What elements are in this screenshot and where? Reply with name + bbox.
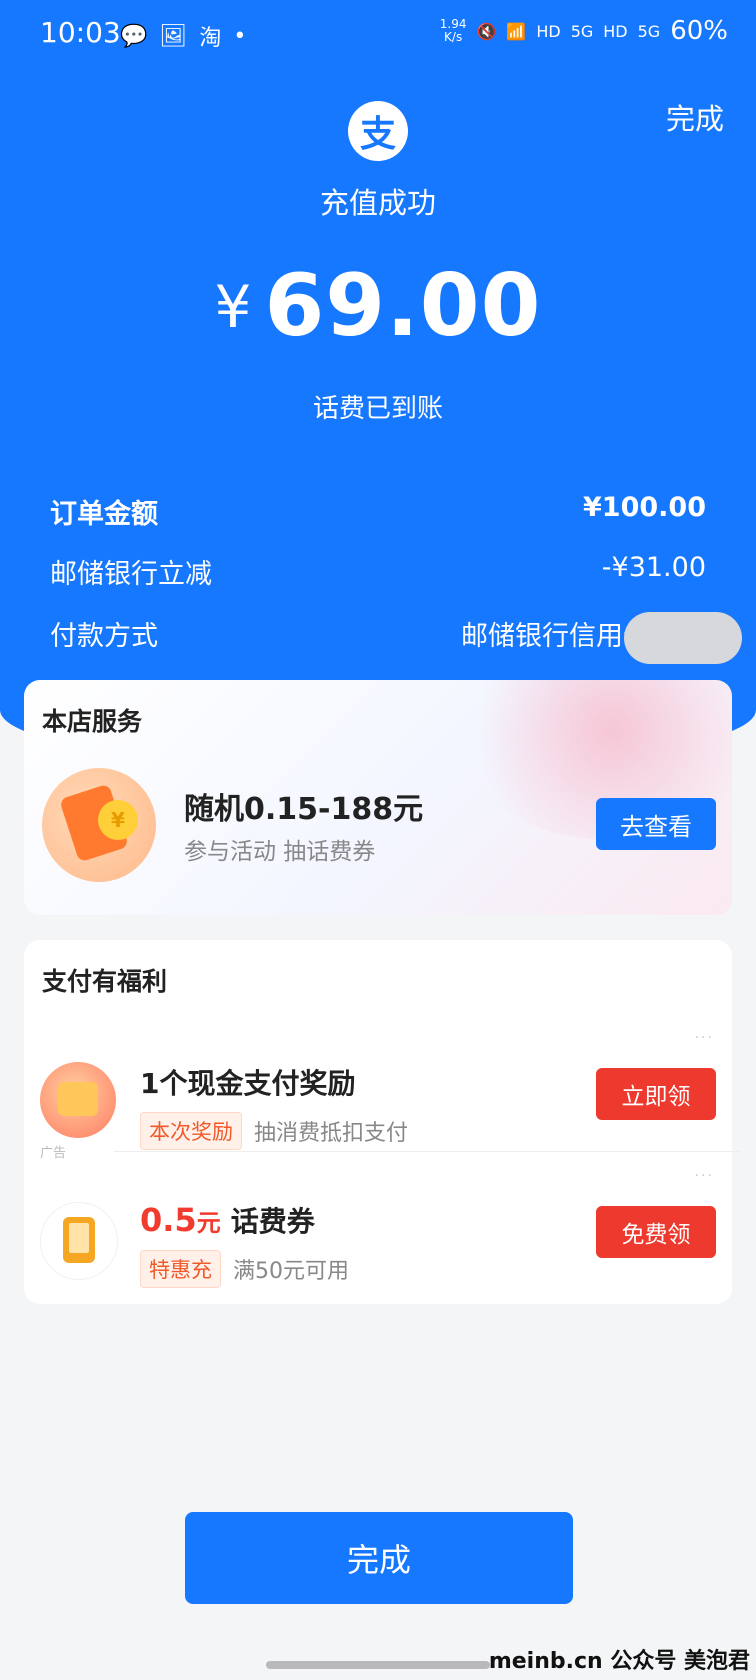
- promo-subtitle: 参与活动 抽话费券: [184, 839, 376, 865]
- detail-value: ¥100.00: [583, 492, 706, 523]
- done-button[interactable]: 完成: [185, 1512, 573, 1604]
- benefit-subtitle: 本次奖励 抽消费抵扣支付: [140, 1112, 408, 1150]
- alipay-logo-icon: 支: [348, 101, 408, 161]
- detail-value: -¥31.00: [601, 552, 706, 583]
- claim-now-button[interactable]: 立即领: [596, 1068, 716, 1120]
- lottery-coupon-icon: ¥: [42, 768, 156, 882]
- cash-reward-icon: [40, 1062, 116, 1138]
- system-icons: 1.94 K/s 🔇 📶 HD 5G HD 5G 60%: [440, 16, 728, 46]
- payment-benefits-card: 支付有福利 ··· 广告 1个现金支付奖励 本次奖励 抽消费抵扣支付 立即领 ·…: [24, 940, 732, 1304]
- benefit-tag: 特惠充: [140, 1250, 221, 1288]
- wechat-icon: 💬: [120, 23, 148, 49]
- home-indicator[interactable]: [266, 1661, 490, 1669]
- benefit-item-cash-reward[interactable]: ··· 广告 1个现金支付奖励 本次奖励 抽消费抵扣支付 立即领: [24, 1030, 732, 1161]
- detail-row-discount: 邮储银行立减 -¥31.00: [50, 552, 706, 591]
- signal-icon: 5G: [637, 21, 661, 41]
- coupon-unit: 元: [196, 1209, 221, 1237]
- signal-icon: 5G: [570, 21, 594, 41]
- benefit-desc: 满50元可用: [233, 1259, 349, 1284]
- detail-label: 付款方式: [50, 621, 158, 652]
- mute-icon: 🔇: [476, 21, 497, 41]
- status-time: 10:03: [40, 16, 121, 49]
- hd-label: HD: [536, 21, 561, 41]
- detail-label: 邮储银行立减: [50, 559, 212, 590]
- more-options-icon[interactable]: ···: [695, 1030, 714, 1046]
- done-link[interactable]: 完成: [666, 96, 724, 138]
- watermark: meinb.cn 公众号 美泡君: [488, 1649, 750, 1674]
- claim-free-button[interactable]: 免费领: [596, 1206, 716, 1258]
- paid-amount: ¥69.00: [0, 256, 756, 356]
- divider: [114, 1151, 740, 1152]
- benefit-item-phone-coupon[interactable]: ··· 0.5元 话费券 特惠充 满50元可用 免费领: [24, 1168, 732, 1298]
- redacted-card-number: [624, 612, 742, 664]
- coupon-title: 话费券: [230, 1205, 315, 1238]
- benefit-title: 1个现金支付奖励: [140, 1067, 356, 1100]
- benefit-desc: 抽消费抵扣支付: [254, 1121, 409, 1146]
- net-speed: 1.94 K/s: [439, 17, 467, 44]
- hd-label: HD: [603, 21, 628, 41]
- store-service-card: 本店服务 ¥ 随机0.15-188元 参与活动 抽话费券 去查看: [24, 680, 732, 915]
- status-bar: 10:03 💬 🖼 淘 • 1.94 K/s 🔇 📶 HD 5G HD 5G 6…: [0, 0, 756, 70]
- benefit-subtitle: 特惠充 满50元可用: [140, 1250, 349, 1288]
- benefit-tag: 本次奖励: [140, 1112, 242, 1150]
- wifi-icon: 📶: [506, 21, 527, 41]
- amount-value: 69.00: [264, 256, 542, 356]
- gallery-icon: 🖼: [159, 23, 188, 49]
- ad-label: 广告: [40, 1146, 67, 1161]
- coupon-amount: 0.5: [140, 1201, 197, 1239]
- detail-row-payment-method: 付款方式 邮储银行信用卡: [50, 614, 706, 653]
- arrival-status: 话费已到账: [312, 394, 443, 424]
- phone-icon: [40, 1202, 118, 1280]
- detail-row-order-amount: 订单金额 ¥100.00: [50, 492, 706, 531]
- battery-level: 60%: [670, 16, 728, 46]
- notification-icons: 💬 🖼 淘 •: [120, 20, 246, 52]
- benefit-title: 0.5元 话费券: [140, 1200, 315, 1240]
- detail-value: 邮储银行信用卡: [461, 621, 650, 652]
- success-title: 充值成功: [319, 186, 436, 220]
- card-title: 本店服务: [42, 707, 143, 736]
- promo-title: 随机0.15-188元: [184, 792, 424, 827]
- taobao-icon: 淘: [199, 26, 222, 51]
- currency-symbol: ¥: [214, 273, 253, 341]
- view-promo-button[interactable]: 去查看: [596, 798, 716, 850]
- detail-label: 订单金额: [50, 499, 158, 530]
- card-title: 支付有福利: [42, 967, 168, 996]
- coin-icon: ¥: [98, 800, 138, 840]
- more-options-icon[interactable]: ···: [695, 1168, 714, 1184]
- dot-icon: •: [233, 23, 247, 49]
